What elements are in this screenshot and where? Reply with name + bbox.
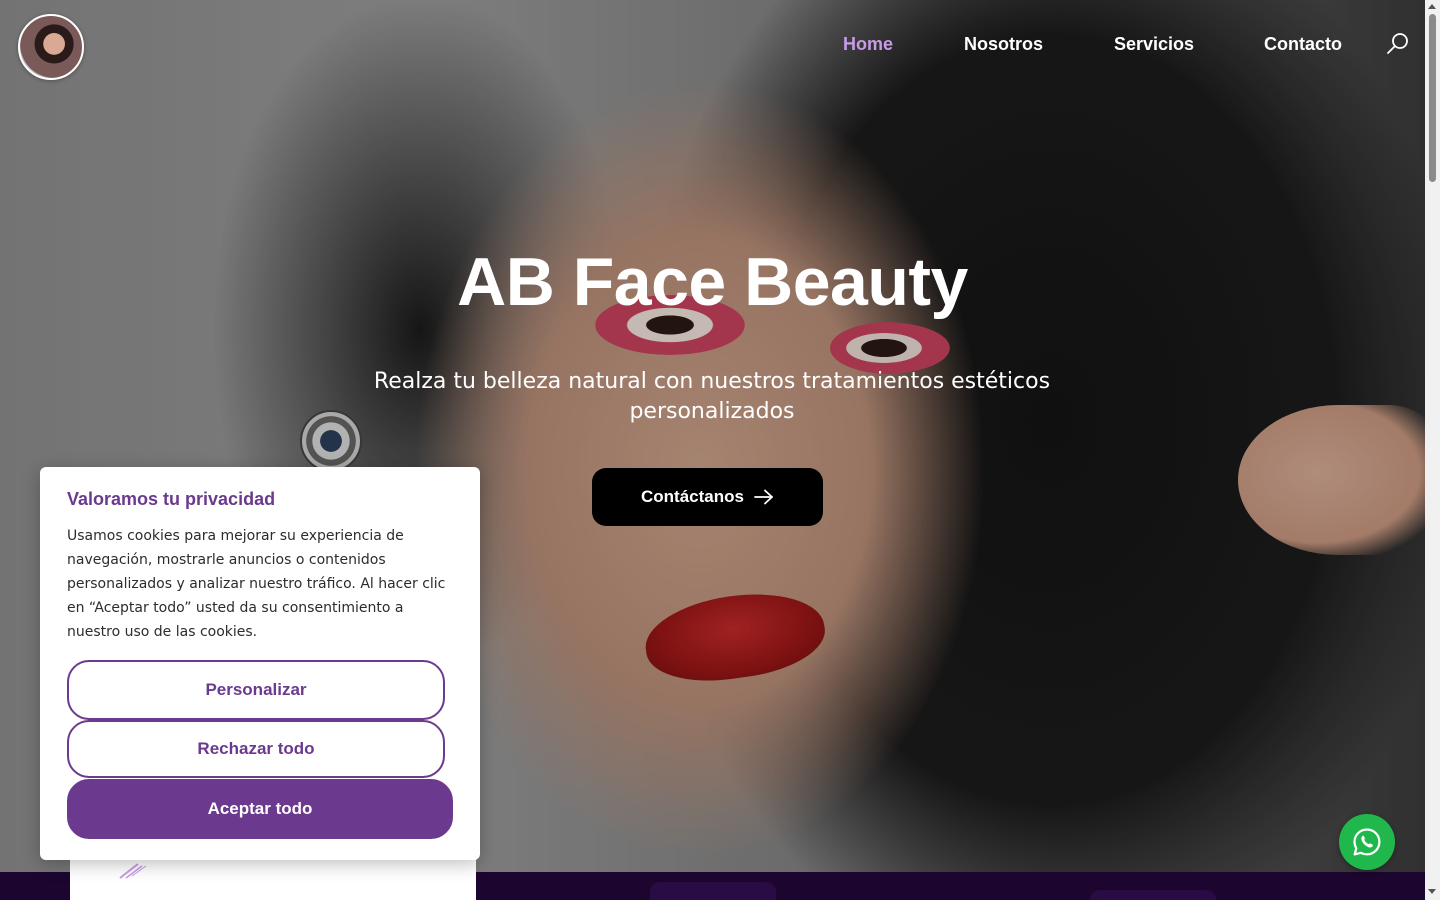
cookie-title: Valoramos tu privacidad xyxy=(67,489,276,509)
hero-title: AB Face Beauty xyxy=(457,244,968,320)
nav-item-home[interactable]: Home xyxy=(843,34,893,55)
page-scrollbar[interactable] xyxy=(1425,0,1440,900)
hero-subtitle: Realza tu belleza natural con nuestros t… xyxy=(373,369,1051,424)
contact-button-label: Contáctanos xyxy=(641,487,744,506)
nav-item-contacto[interactable]: Contacto xyxy=(1264,34,1342,55)
reject-all-button[interactable]: Rechazar todo xyxy=(67,720,445,778)
footer-pill xyxy=(1090,890,1216,900)
footer-pill xyxy=(650,882,776,900)
contact-button[interactable]: Contáctanos xyxy=(592,468,823,526)
scrollbar-thumb[interactable] xyxy=(1429,14,1436,182)
scroll-up-arrow-icon[interactable] xyxy=(1428,4,1436,9)
search-icon xyxy=(1387,33,1408,54)
decorative-stroke-icon xyxy=(119,863,147,879)
scroll-down-arrow-icon[interactable] xyxy=(1428,889,1436,894)
cookie-text: Usamos cookies para mejorar su experienc… xyxy=(67,528,446,640)
whatsapp-icon xyxy=(1353,828,1381,856)
main-nav: Home Nosotros Servicios Contacto xyxy=(0,34,1425,60)
accept-all-button[interactable]: Aceptar todo xyxy=(67,779,453,839)
cookie-consent-dialog: Valoramos tu privacidad Usamos cookies p… xyxy=(40,467,480,860)
search-button[interactable] xyxy=(1384,30,1412,58)
nav-item-servicios[interactable]: Servicios xyxy=(1114,34,1194,55)
customize-button[interactable]: Personalizar xyxy=(67,660,445,720)
arrow-right-icon xyxy=(754,489,773,505)
whatsapp-button[interactable] xyxy=(1339,814,1395,870)
bottom-card xyxy=(70,858,476,900)
nav-item-nosotros[interactable]: Nosotros xyxy=(964,34,1043,55)
